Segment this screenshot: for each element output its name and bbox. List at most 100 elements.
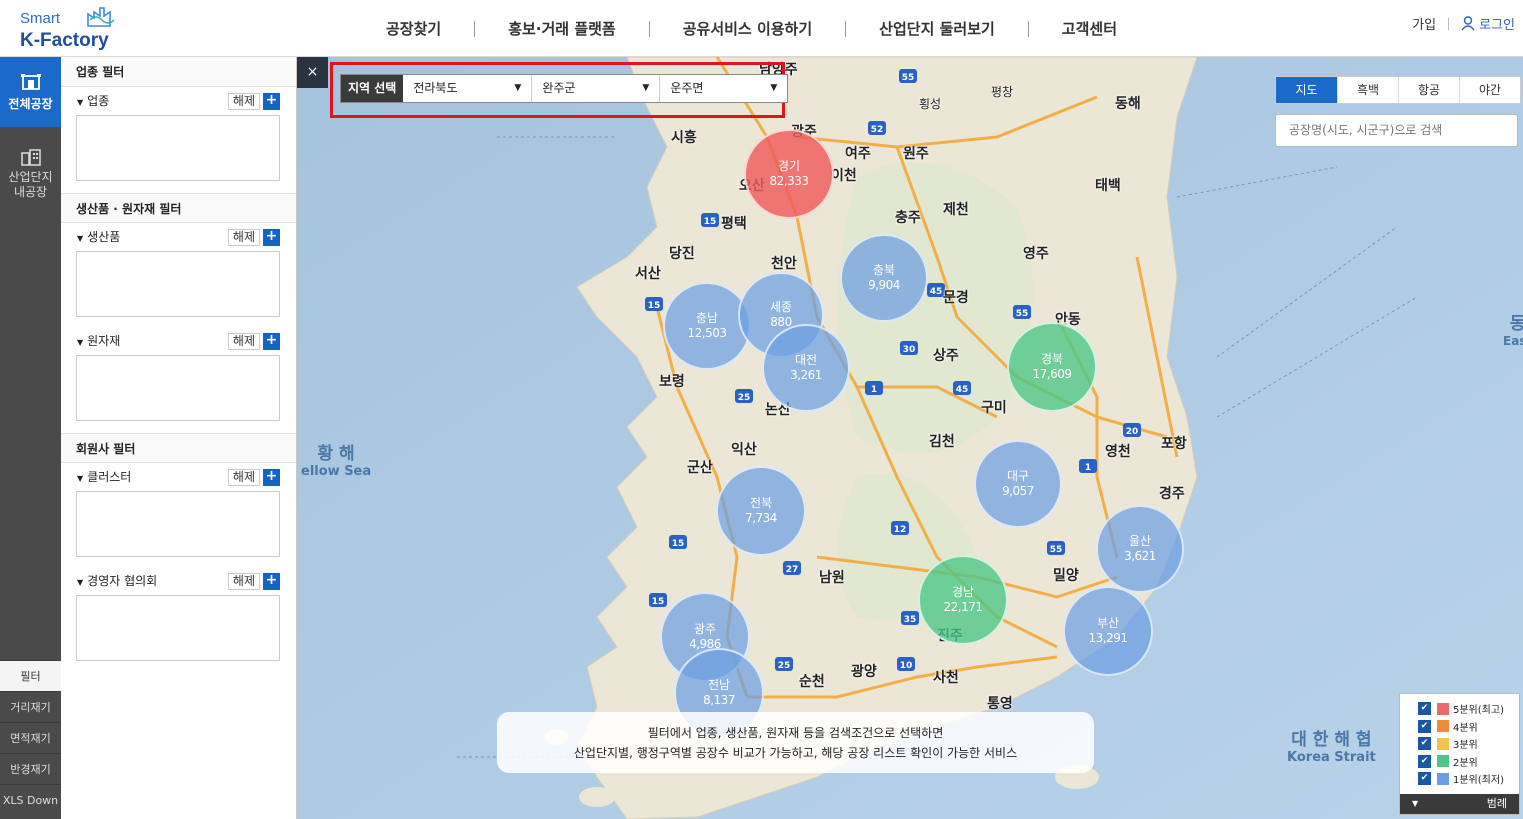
triangle-down-icon: ▼	[77, 474, 84, 483]
city-label: 횡성	[919, 97, 942, 111]
product-selection-box[interactable]	[76, 251, 280, 317]
info-line-1: 필터에서 업종, 생산품, 원자재 등을 검색조건으로 선택하면	[647, 726, 944, 740]
svg-text:35: 35	[904, 615, 917, 625]
cluster-name: 대전	[794, 353, 818, 367]
industry-release-button[interactable]: 해제	[227, 93, 260, 110]
ceo-release-button[interactable]: 해제	[227, 573, 260, 590]
cluster-name: 경북	[1040, 352, 1064, 366]
checkbox-checked-icon[interactable]: ✔	[1418, 772, 1431, 786]
city-label: 구미	[981, 400, 1007, 416]
industry-add-button[interactable]: +	[263, 93, 280, 110]
cluster-gyeongbuk[interactable]: 경북 17,609	[1007, 322, 1097, 412]
region-selector-label: 지역 선택	[341, 75, 404, 102]
sea-west-ko: 황 해	[317, 444, 355, 464]
checkbox-checked-icon[interactable]: ✔	[1418, 702, 1431, 716]
svg-text:55: 55	[1050, 545, 1063, 555]
legend-toggle[interactable]: ▼ 범례	[1400, 794, 1519, 814]
ceo-add-button[interactable]: +	[263, 573, 280, 590]
legend-swatch	[1437, 720, 1449, 733]
city-label: 남원	[819, 570, 845, 586]
caret-down-icon: ▼	[1412, 799, 1419, 808]
cluster-selection-box[interactable]	[76, 491, 280, 557]
cluster-daejeon[interactable]: 대전 3,261	[762, 324, 850, 412]
cluster-count: 17,609	[1032, 367, 1073, 381]
cluster-name: 부산	[1096, 616, 1120, 630]
svg-text:25: 25	[738, 393, 751, 403]
map-info-message: 필터에서 업종, 생산품, 원자재 등을 검색조건으로 선택하면 산업단지별, …	[497, 712, 1094, 773]
logo-smart-text: Smart	[20, 10, 61, 27]
sidebar-item-all-factory[interactable]: 전체공장	[0, 57, 61, 127]
join-link[interactable]: 가입	[1412, 14, 1436, 33]
material-add-button[interactable]: +	[263, 333, 280, 350]
cluster-jeonbuk[interactable]: 전북 7,734	[716, 466, 806, 556]
tool-distance[interactable]: 거리재기	[0, 691, 61, 722]
nav-industrial-complex[interactable]: 산업단지 둘러보기	[845, 20, 1028, 37]
legend-label: 5분위(최고)	[1453, 705, 1504, 717]
caret-down-icon: ▼	[770, 83, 778, 93]
eupmyeon-dropdown[interactable]: 운주면 ▼	[659, 75, 787, 102]
cluster-busan[interactable]: 부산 13,291	[1063, 586, 1153, 676]
nav-customer-center[interactable]: 고객센터	[1027, 20, 1150, 37]
cluster-name: 경남	[951, 585, 975, 599]
map-canvas[interactable]: 55 52 15 15 45 55 30 45 1 25 20 1 12 15 …	[297, 57, 1523, 819]
tool-filter[interactable]: 필터	[0, 660, 61, 691]
cluster-chungnam[interactable]: 충남 12,503	[663, 282, 751, 370]
cluster-name: 전북	[749, 496, 773, 510]
nav-shared-service[interactable]: 공유서비스 이용하기	[648, 20, 845, 37]
factory-search-input[interactable]: 공장명(시도, 시군구)으로 검색	[1275, 114, 1518, 147]
sidebar-label-industrial: 산업단지 내공장	[8, 170, 53, 199]
sido-dropdown[interactable]: 전라북도 ▼	[403, 75, 531, 102]
sidebar-item-industrial[interactable]: 산업단지 내공장	[0, 132, 61, 212]
nav-promo-platform[interactable]: 홍보·거래 플랫폼	[474, 20, 649, 37]
product-add-button[interactable]: +	[263, 229, 280, 246]
cluster-ulsan[interactable]: 울산 3,621	[1096, 505, 1184, 593]
legend-label: 4분위	[1453, 722, 1478, 734]
ceo-filter-row: ▼ 경영자 협의회 해제 +	[61, 567, 296, 595]
cluster-gyeongnam[interactable]: 경남 22,171	[918, 555, 1008, 645]
cluster-add-button[interactable]: +	[263, 469, 280, 486]
login-link[interactable]: 로그인	[1461, 14, 1515, 33]
city-label: 당진	[669, 246, 695, 262]
legend-item[interactable]: ✔ 3분위	[1400, 735, 1519, 753]
product-filter-row: ▼ 생산품 해제 +	[61, 223, 296, 251]
cluster-release-button[interactable]: 해제	[227, 469, 260, 486]
logo-kfactory-text: K-Factory	[20, 30, 109, 51]
legend-item[interactable]: ✔ 1분위(최저)	[1400, 770, 1519, 788]
checkbox-checked-icon[interactable]: ✔	[1418, 719, 1431, 733]
legend-item[interactable]: ✔ 2분위	[1400, 753, 1519, 771]
industry-selection-box[interactable]	[76, 115, 280, 181]
cluster-count: 9,904	[868, 278, 900, 292]
map-type-grayscale[interactable]: 흑백	[1337, 77, 1398, 103]
close-panel-button[interactable]: ×	[297, 57, 328, 88]
tool-xls-download[interactable]: XLS Down	[0, 784, 61, 815]
svg-text:55: 55	[1016, 309, 1029, 319]
material-release-button[interactable]: 해제	[227, 333, 260, 350]
map-type-aerial[interactable]: 항공	[1398, 77, 1459, 103]
city-label: 평창	[991, 85, 1014, 99]
map-type-night[interactable]: 야간	[1459, 77, 1520, 103]
main-navigation: 공장찾기 홍보·거래 플랫폼 공유서비스 이용하기 산업단지 둘러보기 고객센터	[360, 0, 1150, 57]
material-selection-box[interactable]	[76, 355, 280, 421]
svg-text:12: 12	[894, 525, 907, 535]
checkbox-checked-icon[interactable]: ✔	[1418, 754, 1431, 768]
nav-find-factory[interactable]: 공장찾기	[360, 21, 474, 37]
member-filter-title: 회원사 필터	[61, 433, 296, 463]
industry-label: 업종	[87, 94, 110, 108]
sea-strait-ko: 대 한 해 협	[1291, 730, 1372, 750]
ceo-selection-box[interactable]	[76, 595, 280, 661]
cluster-daegu[interactable]: 대구 9,057	[974, 440, 1062, 528]
site-logo[interactable]: Smart K-Factory	[20, 6, 120, 52]
checkbox-checked-icon[interactable]: ✔	[1418, 737, 1431, 751]
product-release-button[interactable]: 해제	[227, 229, 260, 246]
cluster-chungbuk[interactable]: 충북 9,904	[840, 234, 928, 322]
left-sidebar: 전체공장 산업단지 내공장 필터 거리재기 면적재기 반경재기 XLS Down	[0, 57, 61, 819]
legend-footer-label: 범례	[1486, 797, 1507, 810]
city-label: 군산	[687, 460, 713, 476]
legend-item[interactable]: ✔ 5분위(최고)	[1400, 700, 1519, 718]
map-type-standard[interactable]: 지도	[1276, 77, 1337, 103]
sigungu-dropdown[interactable]: 완주군 ▼	[531, 75, 659, 102]
tool-radius[interactable]: 반경재기	[0, 753, 61, 784]
legend-item[interactable]: ✔ 4분위	[1400, 718, 1519, 736]
cluster-gyeonggi[interactable]: 경기 82,333	[744, 129, 834, 219]
tool-area[interactable]: 면적재기	[0, 722, 61, 753]
